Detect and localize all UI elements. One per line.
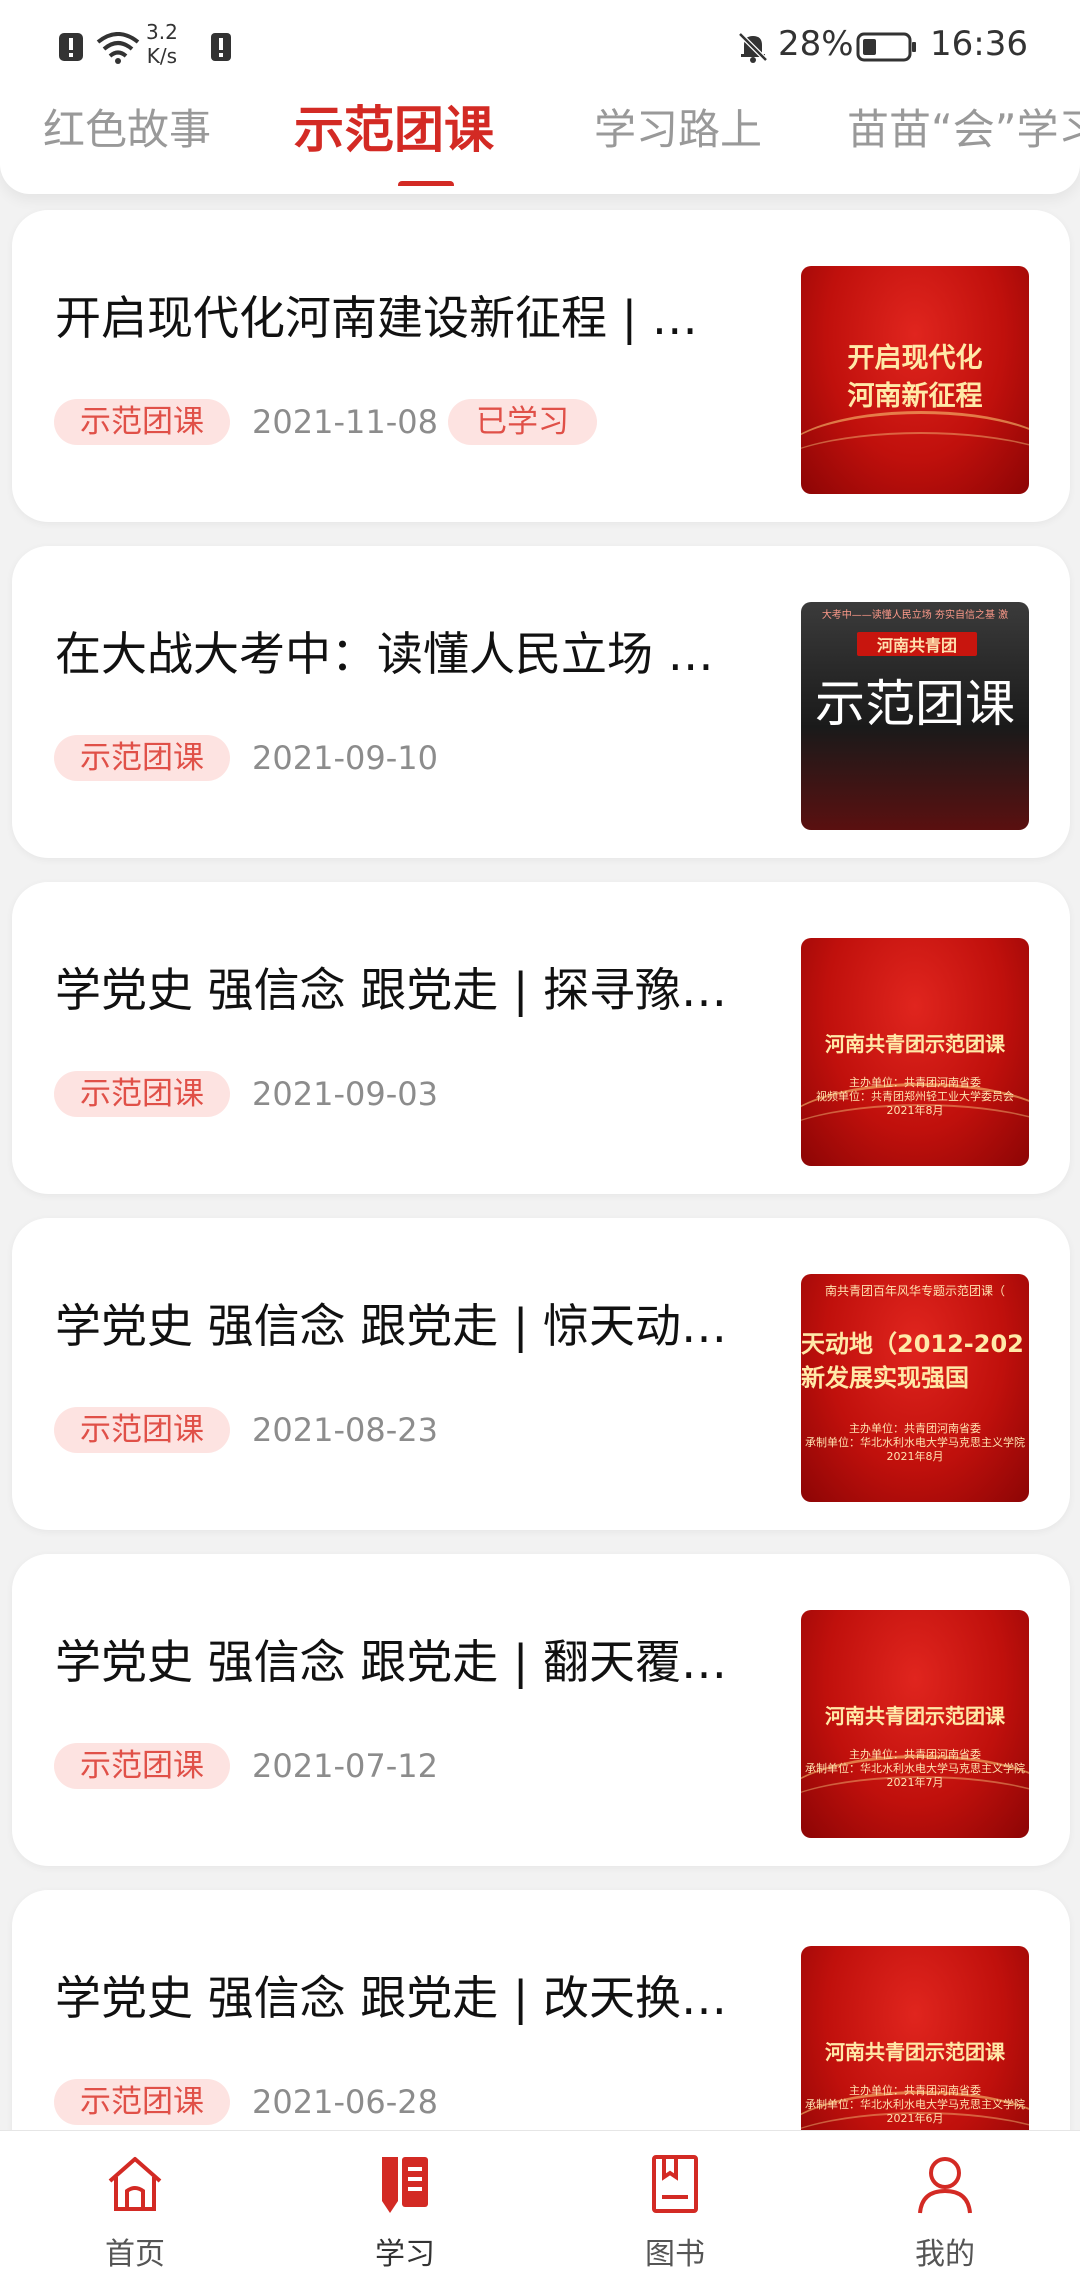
article-card[interactable]: 学党史 强信念 跟党走 | 探寻豫… 示范团课 2021-09-03 河南共青团…: [12, 882, 1070, 1194]
publish-date: 2021-09-03: [252, 1075, 438, 1113]
category-tag: 示范团课: [54, 1071, 230, 1117]
tab-model-league-class[interactable]: 示范团课: [294, 96, 494, 162]
category-tag: 示范团课: [54, 1743, 230, 1789]
publish-date: 2021-08-23: [252, 1411, 438, 1449]
wifi-icon: [96, 32, 140, 64]
category-tag: 示范团课: [54, 2079, 230, 2125]
article-card[interactable]: 开启现代化河南建设新征程 | … 示范团课 2021-11-08 已学习 开启现…: [12, 210, 1070, 522]
profile-icon: [918, 2157, 972, 2214]
tab-red-stories[interactable]: 红色故事: [43, 96, 211, 157]
article-thumbnail: 河南共青团示范团课 主办单位：共青团河南省委 承制单位：华北水利水电大学马克思主…: [801, 1610, 1029, 1838]
article-title: 学党史 强信念 跟党走 | 翻天覆…: [55, 1635, 727, 1689]
article-thumbnail: 南共青团百年风华专题示范团课（ 天动地（2012-202 新发展实现强国 主办单…: [801, 1274, 1029, 1502]
bottom-navigation: 首页 学习 图书 我的: [0, 2130, 1080, 2281]
nav-label: 我的: [915, 2237, 975, 2272]
alert-icon: [211, 33, 231, 61]
article-thumbnail: 大考中——读懂人民立场 夯实自信之基 激 河南共青团 示范团课: [801, 602, 1029, 830]
category-tag: 示范团课: [54, 735, 230, 781]
book-icon: [652, 2155, 698, 2213]
category-tag: 示范团课: [54, 399, 230, 445]
home-icon: [108, 2157, 162, 2211]
article-title: 在大战大考中：读懂人民立场 …: [55, 627, 714, 681]
bell-muted-icon: [738, 32, 768, 63]
network-speed: 3.2 K/s: [146, 20, 178, 68]
publish-date: 2021-07-12: [252, 1747, 438, 1785]
article-card[interactable]: 学党史 强信念 跟党走 | 惊天动… 示范团课 2021-08-23 南共青团百…: [12, 1218, 1070, 1530]
article-card[interactable]: 学党史 强信念 跟党走 | 翻天覆… 示范团课 2021-07-12 河南共青团…: [12, 1554, 1070, 1866]
category-tabs: 红色故事 示范团课 学习路上 苗苗“会”学习: [0, 96, 1080, 186]
nav-label: 首页: [105, 2237, 165, 2272]
nav-study[interactable]: 学习: [270, 2131, 540, 2281]
alert-icon: [59, 33, 83, 61]
nav-label: 图书: [645, 2237, 705, 2272]
article-title: 学党史 强信念 跟党走 | 探寻豫…: [55, 963, 727, 1017]
publish-date: 2021-11-08: [252, 403, 438, 441]
publish-date: 2021-06-28: [252, 2083, 438, 2121]
clock: 16:36: [930, 24, 1028, 64]
battery-icon: [856, 32, 916, 62]
nav-books[interactable]: 图书: [540, 2131, 810, 2281]
nav-profile[interactable]: 我的: [810, 2131, 1080, 2281]
active-tab-indicator: [398, 181, 454, 186]
nav-home[interactable]: 首页: [0, 2131, 270, 2281]
article-title: 开启现代化河南建设新征程 | …: [55, 291, 698, 345]
article-title: 学党史 强信念 跟党走 | 改天换…: [55, 1971, 727, 2025]
category-tag: 示范团课: [54, 1407, 230, 1453]
learned-badge: 已学习: [448, 399, 597, 445]
tab-on-the-way-of-learning[interactable]: 学习路上: [594, 96, 762, 157]
article-thumbnail: 河南共青团示范团课 主办单位：共青团河南省委 视频单位：共青团郑州轻工业大学委员…: [801, 938, 1029, 1166]
top-header: 3.2 K/s 28% 16:36 红色故事 示范团课 学习路上 苗苗“会”学习: [0, 0, 1080, 194]
nav-label: 学习: [375, 2237, 435, 2272]
tab-miaomiao-learning[interactable]: 苗苗“会”学习: [847, 96, 1080, 157]
status-bar: 3.2 K/s 28% 16:36: [0, 14, 1080, 76]
publish-date: 2021-09-10: [252, 739, 438, 777]
article-card[interactable]: 在大战大考中：读懂人民立场 … 示范团课 2021-09-10 大考中——读懂人…: [12, 546, 1070, 858]
battery-percent: 28%: [778, 24, 854, 64]
study-icon: [382, 2157, 428, 2213]
article-title: 学党史 强信念 跟党走 | 惊天动…: [55, 1299, 727, 1353]
article-thumbnail: 开启现代化 河南新征程: [801, 266, 1029, 494]
